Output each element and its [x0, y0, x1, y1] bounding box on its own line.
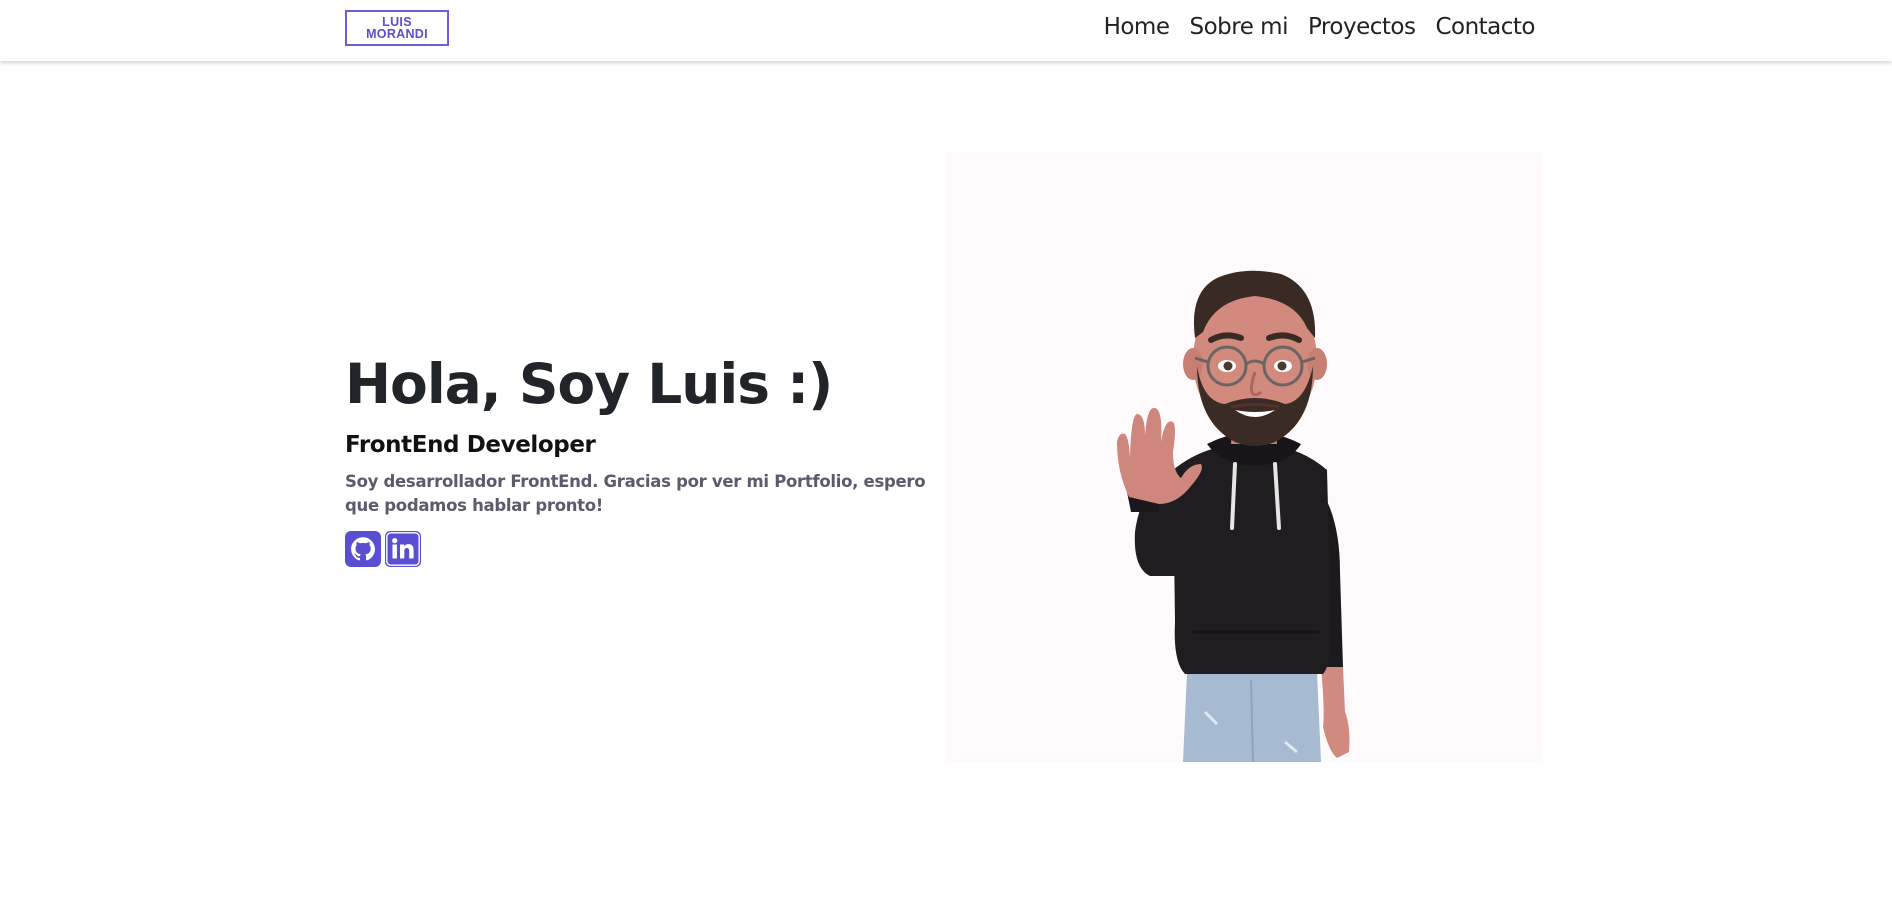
logo-line-2: MORANDI	[366, 27, 428, 41]
hero-description: Soy desarrollador FrontEnd. Gracias por …	[345, 472, 926, 515]
hero-subtitle: FrontEnd Developer	[345, 432, 596, 458]
logo[interactable]: LUIS MORANDI	[345, 10, 449, 46]
nav-links: Home Sobre mi Proyectos Contacto	[1104, 14, 1536, 40]
avatar-illustration	[1117, 270, 1350, 762]
nav-link-proyectos[interactable]: Proyectos	[1308, 14, 1416, 40]
social-links	[345, 531, 955, 567]
nav-link-contacto[interactable]: Contacto	[1435, 14, 1535, 40]
nav-link-home[interactable]: Home	[1104, 14, 1170, 40]
hero-section: Hola, Soy Luis :) FrontEnd Developer Soy…	[345, 348, 955, 567]
avatar-frame	[945, 152, 1543, 762]
github-icon	[345, 531, 381, 567]
navbar: LUIS MORANDI Home Sobre mi Proyectos Con…	[0, 0, 1892, 61]
github-link[interactable]	[345, 531, 381, 567]
nav-link-sobre-mi[interactable]: Sobre mi	[1189, 14, 1288, 40]
linkedin-link[interactable]	[385, 531, 421, 567]
hero-title: Hola, Soy Luis :)	[345, 352, 833, 416]
linkedin-icon	[385, 531, 421, 567]
